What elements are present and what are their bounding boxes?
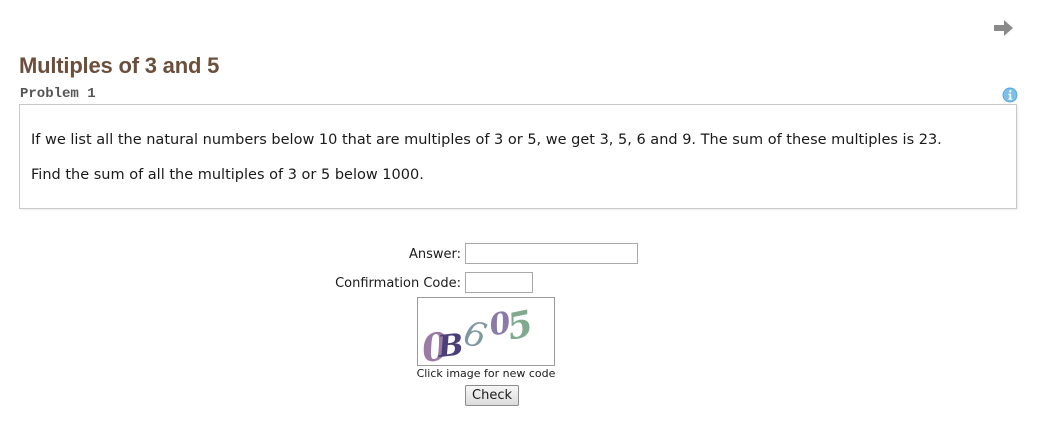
check-button[interactable]: Check xyxy=(465,385,519,406)
confirmation-code-label: Confirmation Code: xyxy=(335,276,461,291)
answer-label: Answer: xyxy=(408,247,461,262)
captcha-caption: Click image for new code xyxy=(416,367,556,380)
problem-paragraph: If we list all the natural numbers below… xyxy=(31,132,942,148)
confirmation-code-input[interactable] xyxy=(465,272,533,293)
info-icon[interactable] xyxy=(1002,87,1018,103)
answer-input[interactable] xyxy=(465,243,638,264)
next-arrow-icon[interactable] xyxy=(993,19,1014,37)
problem-content: If we list all the natural numbers below… xyxy=(19,104,1017,209)
captcha-image[interactable]: 0 B 6 0 5 xyxy=(417,297,555,366)
problem-title: Multiples of 3 and 5 xyxy=(19,53,220,78)
captcha-graphic: 0 B 6 0 5 xyxy=(419,302,537,365)
problem-number: Problem 1 xyxy=(20,86,96,102)
svg-text:5: 5 xyxy=(503,302,536,348)
problem-paragraph: Find the sum of all the multiples of 3 o… xyxy=(31,167,424,183)
svg-text:6: 6 xyxy=(460,313,491,357)
